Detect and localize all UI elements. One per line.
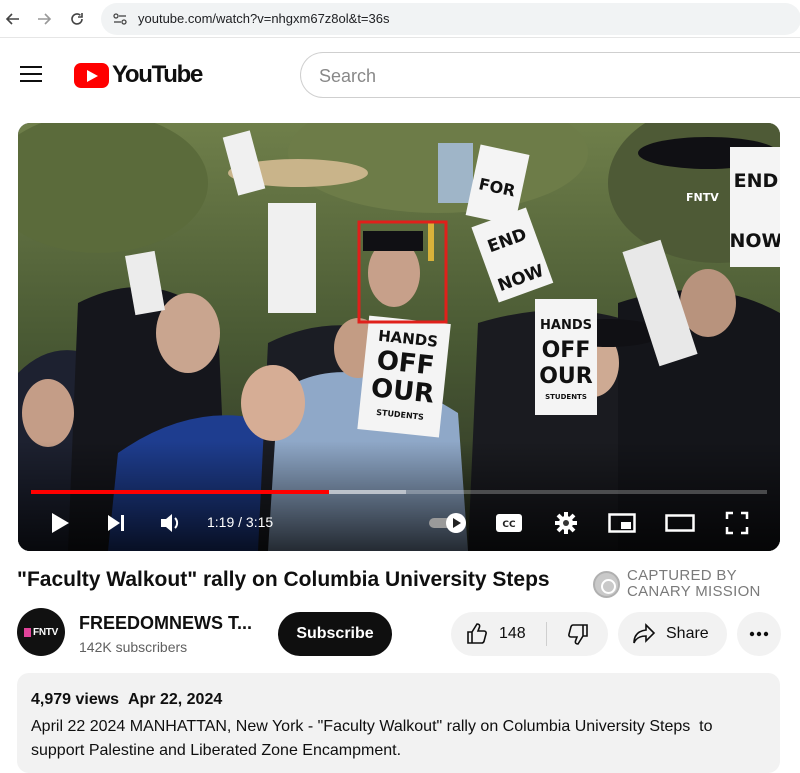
like-dislike-group: 148 [451,612,608,656]
description-box[interactable]: 4,979 views Apr 22, 2024 April 22 2024 M… [17,673,780,773]
reload-icon [71,13,83,25]
duration: 3:15 [245,514,274,530]
captions-button[interactable]: CC [493,508,525,538]
svg-text:HANDS: HANDS [540,318,592,333]
thumbs-up-icon [467,623,487,644]
share-label: Share [666,625,709,642]
sign-hands-off-center: HANDS OFF OUR STUDENTS [357,315,451,438]
subscriber-count: 142K subscribers [79,639,188,655]
description-text: April 22 2024 MANHATTAN, New York - "Fac… [31,718,717,759]
youtube-header: YouTube [0,40,800,110]
fntv-tag: FNTV [686,191,719,204]
forward-button[interactable] [33,8,55,30]
sign-end-now-right: END NOW [729,147,780,267]
time-separator: / [234,514,246,530]
site-settings-icon[interactable] [112,11,128,27]
more-actions-button[interactable] [737,612,781,656]
watermark-text: CAPTURED BY CANARY MISSION [627,568,761,600]
progress-played [31,490,330,494]
play-logo-icon [74,62,109,88]
like-button[interactable]: 148 [451,612,546,656]
autoplay-icon [429,513,466,533]
like-count: 148 [499,625,526,642]
upload-date: Apr 22, 2024 [127,691,223,708]
url-text[interactable]: youtube.com/watch?v=nhgxm67z8ol&t=36s [138,11,390,26]
browser-toolbar: youtube.com/watch?v=nhgxm67z8ol&t=36s [0,0,800,38]
menu-icon[interactable] [20,66,42,84]
svg-text:CC: CC [502,520,516,530]
search-input[interactable] [319,66,719,87]
theater-icon [665,514,695,532]
svg-text:STUDENTS: STUDENTS [545,393,587,401]
share-button[interactable]: Share [618,612,727,656]
settings-button[interactable] [552,508,580,538]
svg-text:OUR: OUR [539,364,593,389]
volume-icon [161,514,179,532]
search-box[interactable] [300,52,800,98]
time-display: 1:19 / 3:15 [207,514,273,530]
svg-text:OFF: OFF [542,338,591,363]
svg-text:NOW: NOW [729,230,780,252]
arrow-right-icon [38,13,52,25]
miniplayer-icon [608,513,636,533]
youtube-logo[interactable]: YouTube [74,61,203,88]
subscribe-button[interactable]: Subscribe [278,612,392,656]
next-button[interactable] [102,508,130,538]
share-icon [633,623,656,644]
sign-hands-off-right: HANDS OFF OUR STUDENTS [535,299,597,415]
fullscreen-icon [725,511,749,535]
captions-icon: CC [496,514,522,532]
channel-avatar[interactable]: FNTV [17,608,65,656]
dislike-button[interactable] [547,612,608,656]
video-player[interactable]: HANDS OFF OUR STUDENTS HANDS OFF OUR STU… [18,123,780,551]
canary-mission-watermark: CAPTURED BY CANARY MISSION [593,568,773,602]
play-button[interactable] [46,508,74,538]
fullscreen-button[interactable] [722,508,752,538]
theater-mode-button[interactable] [664,508,696,538]
watermark-line-1: CAPTURED BY [627,567,737,584]
thumbs-down-icon [567,624,588,645]
next-icon [108,515,124,531]
logo-text: YouTube [112,61,203,88]
avatar-text: FNTV [33,626,58,638]
gear-icon [555,512,577,534]
address-bar[interactable]: youtube.com/watch?v=nhgxm67z8ol&t=36s [101,3,800,35]
current-time: 1:19 [207,514,235,530]
reload-button[interactable] [66,8,88,30]
arrow-left-icon [5,13,19,25]
miniplayer-button[interactable] [606,508,638,538]
back-button[interactable] [2,8,24,30]
watermark-seal-icon [593,571,620,598]
video-title: "Faculty Walkout" rally on Columbia Univ… [17,568,550,591]
volume-button[interactable] [157,508,185,538]
more-horizontal-icon [749,631,769,637]
autoplay-toggle[interactable] [426,508,470,538]
avatar-pink-mark [24,627,32,637]
description-meta: 4,979 views Apr 22, 2024 [31,691,222,709]
play-icon [52,513,69,533]
svg-text:END: END [734,170,779,192]
watermark-line-2: CANARY MISSION [627,583,761,600]
channel-name[interactable]: FREEDOMNEWS T... [79,613,252,634]
view-count: 4,979 views [31,691,120,708]
progress-bar[interactable] [31,490,767,494]
